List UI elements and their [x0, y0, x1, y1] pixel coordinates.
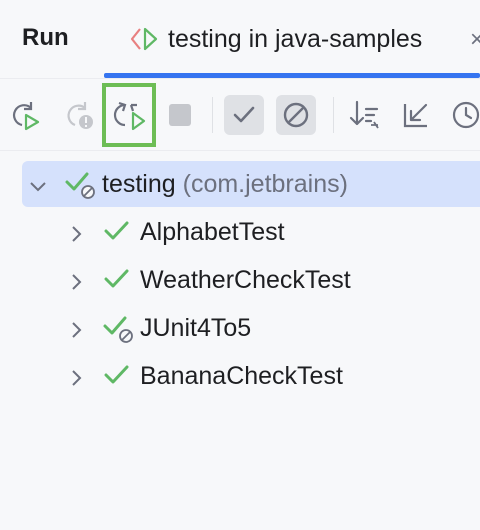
toggle-auto-test-icon [111, 97, 147, 133]
chevron-right-icon[interactable] [66, 318, 86, 338]
tree-row-junit4to5[interactable]: JUnit4To5 [22, 305, 480, 351]
run-tool-window-header: Run testing in java-samples × [0, 0, 480, 78]
import-tests-icon [400, 99, 432, 131]
close-icon[interactable]: × [470, 26, 480, 53]
show-passed-button[interactable] [224, 95, 264, 135]
tree-item-label: WeatherCheckTest [140, 266, 351, 294]
stop-icon [167, 102, 193, 128]
show-ignored-icon [281, 100, 311, 130]
tree-root-label: testing [102, 170, 176, 198]
toggle-auto-test-button[interactable] [102, 83, 156, 147]
show-ignored-button[interactable] [276, 95, 316, 135]
chevron-right-icon[interactable] [66, 222, 86, 242]
tree-row-bananacheck[interactable]: BananaCheckTest [22, 353, 480, 399]
tree-item-label: JUnit4To5 [140, 314, 252, 342]
sort-icon [347, 98, 381, 132]
tool-window-title: Run [22, 24, 69, 51]
passed-with-ignored-icon [102, 312, 134, 344]
chevron-right-icon[interactable] [66, 270, 86, 290]
passed-with-ignored-icon [64, 168, 96, 200]
junit-icon [128, 25, 160, 53]
tree-root-row[interactable]: testing (com.jetbrains) [22, 161, 480, 207]
tree-item-label: BananaCheckTest [140, 362, 343, 390]
tree-row-weathercheck[interactable]: WeatherCheckTest [22, 257, 480, 303]
rerun-failed-icon [61, 98, 95, 132]
sort-button[interactable] [344, 95, 384, 135]
tab-label: testing in java-samples [168, 24, 423, 53]
run-config-tab[interactable]: testing in java-samples [128, 22, 422, 56]
passed-icon [102, 264, 134, 296]
passed-icon [102, 360, 134, 392]
test-results-tree: testing (com.jetbrains) AlphabetTest Wea… [0, 151, 480, 530]
rerun-failed-button[interactable] [58, 95, 98, 135]
tree-item-label: AlphabetTest [140, 218, 285, 246]
chevron-right-icon[interactable] [66, 366, 86, 386]
rerun-icon [7, 98, 41, 132]
stop-button[interactable] [160, 95, 200, 135]
toolbar-separator [212, 97, 213, 133]
import-tests-button[interactable] [396, 95, 436, 135]
tree-root-package: (com.jetbrains) [182, 170, 348, 198]
tree-row-alphabettest[interactable]: AlphabetTest [22, 209, 480, 255]
show-passed-icon [230, 101, 258, 129]
test-history-button[interactable] [446, 95, 480, 135]
toolbar-separator [333, 97, 334, 133]
chevron-down-icon[interactable] [28, 174, 48, 194]
run-toolbar [0, 79, 480, 151]
passed-icon [102, 216, 134, 248]
rerun-button[interactable] [4, 95, 44, 135]
history-icon [450, 99, 480, 131]
